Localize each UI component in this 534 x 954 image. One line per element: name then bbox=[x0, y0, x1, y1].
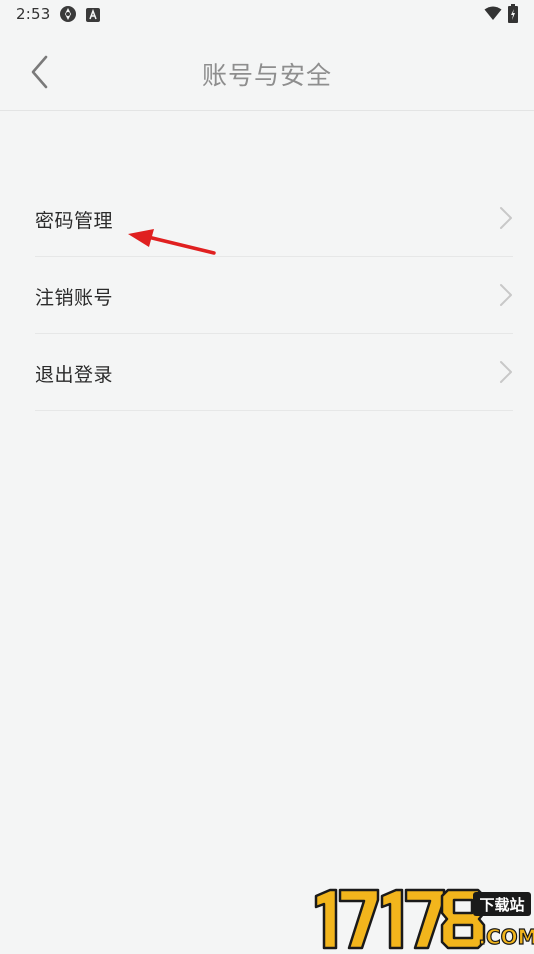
chevron-right-icon bbox=[500, 361, 512, 383]
page-title: 账号与安全 bbox=[201, 61, 332, 90]
chevron-right-icon bbox=[500, 284, 512, 306]
17178-logo: 下载站 .COM bbox=[308, 888, 534, 950]
menu-item-delete-account[interactable]: 注销账号 bbox=[35, 257, 513, 334]
menu-item-label: 密码管理 bbox=[35, 210, 114, 232]
chevron-right-icon bbox=[500, 207, 512, 229]
menu-item-logout[interactable]: 退出登录 bbox=[35, 334, 513, 411]
wifi-icon bbox=[484, 6, 502, 25]
status-bar: 2:53 bbox=[0, 0, 534, 30]
menu-item-password-management[interactable]: 密码管理 bbox=[35, 180, 513, 257]
menu-item-label: 注销账号 bbox=[35, 287, 114, 309]
menu-item-label: 退出登录 bbox=[35, 364, 114, 386]
accessibility-a-icon bbox=[86, 7, 100, 26]
red-arrow-icon bbox=[128, 229, 216, 255]
app-bar: 账号与安全 bbox=[0, 30, 534, 111]
watermark-domain: .COM bbox=[478, 925, 534, 949]
watermark-site-name: 下载站 bbox=[479, 896, 524, 914]
vpn-icon bbox=[59, 5, 77, 27]
status-time: 2:53 bbox=[16, 5, 51, 23]
settings-menu: 密码管理 注销账号 退出登录 bbox=[35, 180, 513, 411]
battery-charging-icon bbox=[508, 4, 518, 27]
